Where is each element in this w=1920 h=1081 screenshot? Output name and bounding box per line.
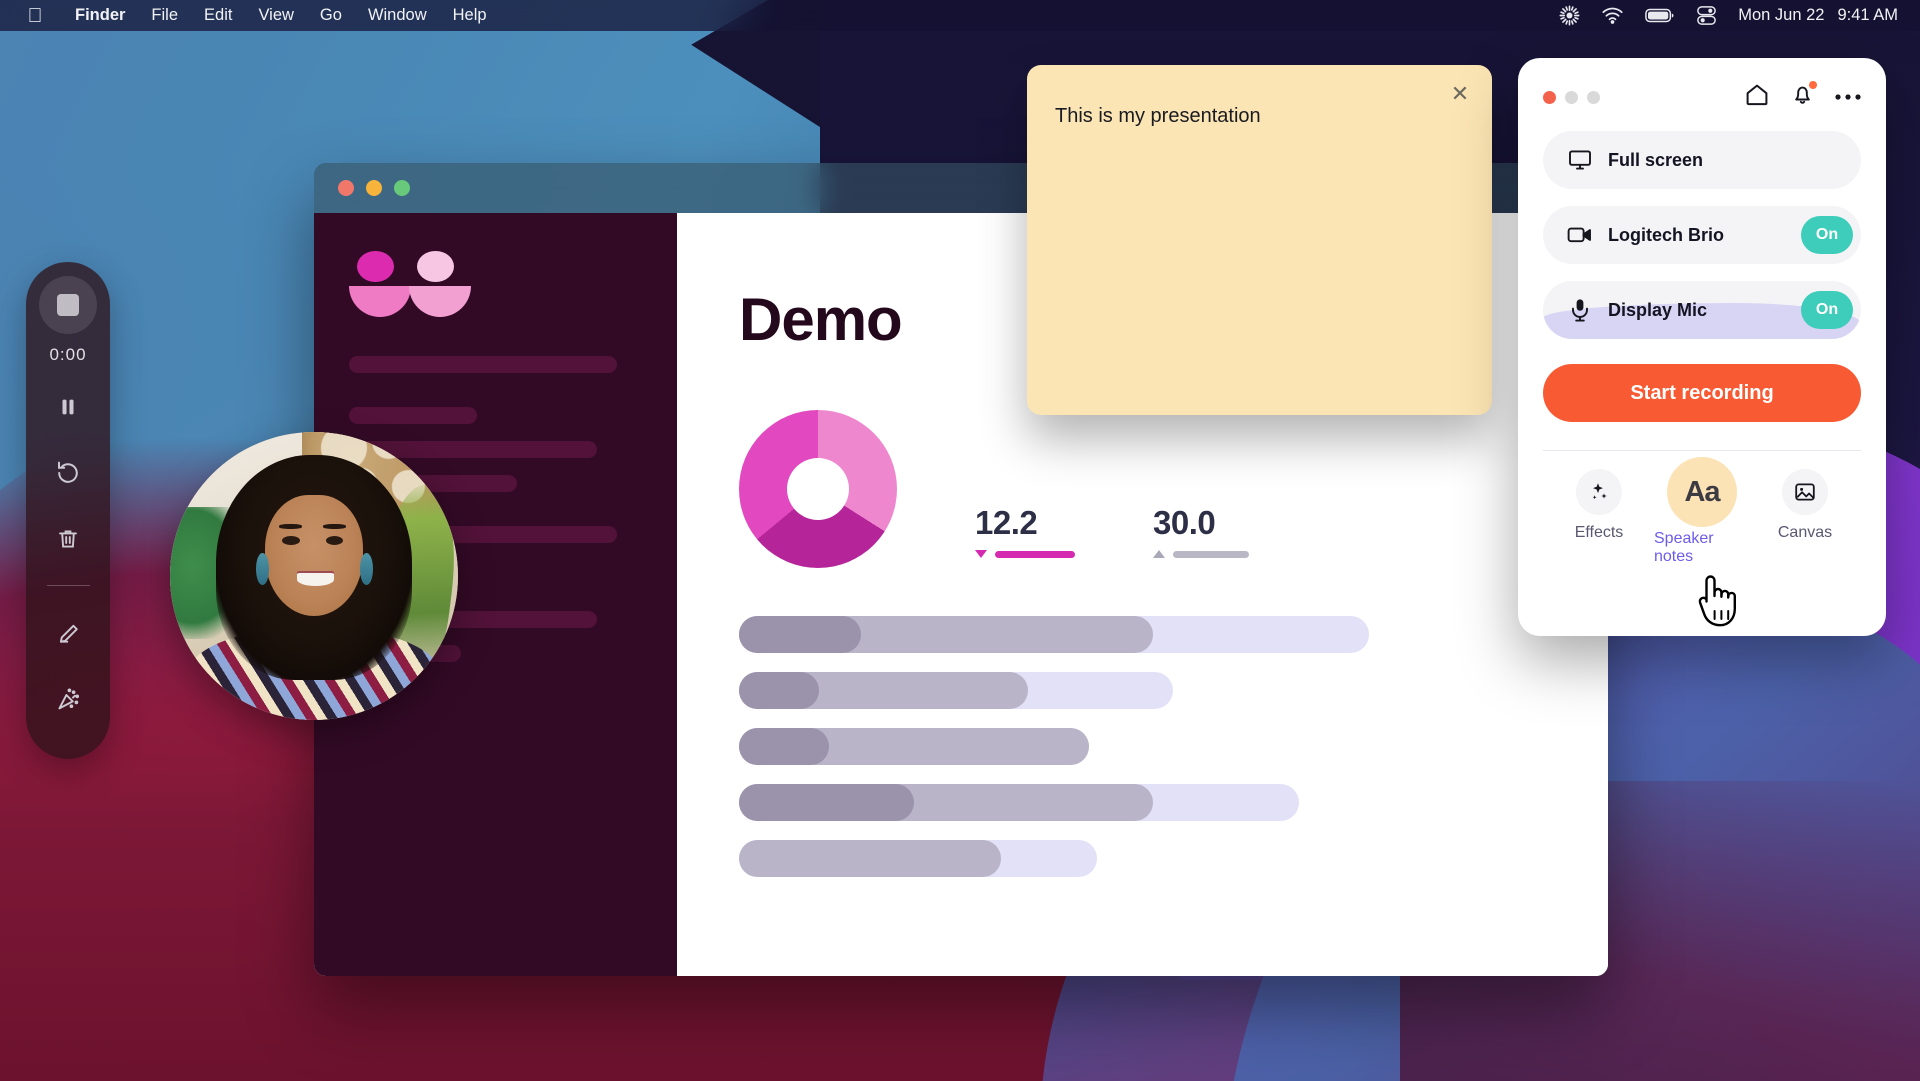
logo-shape-1	[349, 251, 411, 317]
home-icon	[1746, 84, 1768, 105]
close-icon[interactable]: ✕	[1446, 80, 1474, 108]
stop-button[interactable]	[39, 276, 97, 334]
panel-titlebar	[1543, 80, 1861, 114]
slide-metrics-row: 12.2 30.0	[739, 410, 1608, 568]
recorder-panel: Full screen Logitech Brio On Display Mic…	[1518, 58, 1886, 636]
pause-button[interactable]	[39, 383, 97, 431]
trash-icon	[59, 530, 77, 548]
table-row	[739, 728, 1608, 765]
speaker-notes-popup[interactable]: ✕ This is my presentation	[1027, 65, 1492, 415]
table-row	[739, 616, 1608, 653]
table-row	[739, 840, 1608, 877]
pointing-hand-icon	[1698, 575, 1736, 627]
control-center-icon[interactable]	[1697, 6, 1717, 25]
confetti-icon	[58, 688, 80, 710]
sparkle-icon	[1592, 483, 1607, 500]
pause-icon	[62, 399, 74, 415]
status-badge[interactable]: On	[1801, 291, 1853, 329]
menu-item-help[interactable]: Help	[440, 0, 500, 31]
webcam-bubble[interactable]	[170, 432, 458, 720]
trend-up-icon	[1153, 550, 1165, 558]
source-row-mic[interactable]: Display Mic On	[1543, 281, 1861, 339]
start-recording-button[interactable]: Start recording	[1543, 364, 1861, 422]
source-row-camera[interactable]: Logitech Brio On	[1543, 206, 1861, 264]
table-row	[739, 784, 1608, 821]
metric-item: 30.0	[1153, 504, 1249, 558]
menu-item-window[interactable]: Window	[355, 0, 440, 31]
source-label: Logitech Brio	[1608, 224, 1724, 245]
text-icon-circle: Aa	[1667, 457, 1737, 527]
metric-group: 12.2 30.0	[975, 504, 1249, 568]
effects-button[interactable]	[39, 676, 97, 724]
toolbar-divider	[46, 585, 90, 586]
camera-icon	[1565, 225, 1595, 245]
menu-item-view[interactable]: View	[245, 0, 306, 31]
menubar-time: 9:41 AM	[1837, 6, 1898, 24]
tool-canvas[interactable]: Canvas	[1757, 469, 1853, 566]
recording-timer: 0:00	[49, 345, 87, 364]
logo-shape-2	[409, 251, 471, 317]
panel-maximize-button[interactable]	[1587, 90, 1600, 104]
donut-chart	[739, 410, 897, 568]
monitor-icon	[1565, 147, 1595, 173]
source-row-fullscreen[interactable]: Full screen	[1543, 131, 1861, 189]
image-icon-circle	[1782, 469, 1828, 515]
metric-value: 30.0	[1153, 504, 1216, 541]
window-maximize-button[interactable]	[394, 180, 410, 196]
menubar-clock[interactable]: Mon Jun 22 9:41 AM	[1738, 6, 1898, 25]
notifications-button[interactable]	[1790, 81, 1817, 112]
apple-logo-icon[interactable]: 	[22, 6, 48, 26]
panel-minimize-button[interactable]	[1565, 90, 1578, 104]
menu-item-edit[interactable]: Edit	[191, 0, 245, 31]
more-options-button[interactable]	[1835, 88, 1861, 106]
sparkle-icon-circle	[1576, 469, 1622, 515]
restart-button[interactable]	[39, 449, 97, 497]
metric-item: 12.2	[975, 504, 1075, 558]
tool-label: Canvas	[1777, 524, 1833, 541]
notification-badge	[1809, 81, 1817, 89]
pencil-icon	[59, 624, 78, 643]
battery-icon[interactable]	[1645, 8, 1675, 23]
sidebar-placeholder-bar	[349, 356, 617, 373]
brightness-icon[interactable]	[1559, 5, 1580, 26]
menu-item-go[interactable]: Go	[307, 0, 355, 31]
tool-label: Speaker notes	[1654, 530, 1714, 565]
stop-icon	[57, 294, 79, 316]
window-close-button[interactable]	[338, 180, 354, 196]
recording-toolbar: 0:00	[26, 262, 110, 759]
brand-logo	[349, 251, 677, 317]
speaker-notes-text[interactable]: This is my presentation	[1055, 105, 1452, 128]
menu-item-file[interactable]: File	[138, 0, 191, 31]
stacked-bar-chart	[739, 616, 1608, 877]
macos-menu-bar:  Finder File Edit View Go Window Help	[0, 0, 1920, 31]
home-button[interactable]	[1744, 82, 1770, 113]
text-icon: Aa	[1684, 475, 1720, 508]
wifi-icon[interactable]	[1602, 7, 1623, 24]
source-label: Full screen	[1608, 149, 1704, 170]
tool-label: Effects	[1574, 524, 1624, 541]
metric-bar	[1173, 550, 1249, 558]
restart-icon	[58, 461, 78, 483]
source-label: Display Mic	[1608, 299, 1708, 320]
more-icon	[1835, 94, 1861, 100]
draw-button[interactable]	[39, 610, 97, 658]
metric-value: 12.2	[975, 504, 1038, 541]
menu-item-finder[interactable]: Finder	[62, 0, 138, 31]
tool-effects[interactable]: Effects	[1551, 469, 1647, 566]
window-minimize-button[interactable]	[366, 180, 382, 196]
metric-bar	[995, 550, 1075, 558]
tool-speaker-notes[interactable]: Aa Speaker notes	[1654, 457, 1750, 566]
sidebar-placeholder-bar	[349, 407, 477, 424]
panel-close-button[interactable]	[1543, 90, 1556, 104]
image-icon	[1795, 483, 1815, 501]
status-badge[interactable]: On	[1801, 216, 1853, 254]
panel-tools: Effects Aa Speaker notes Canvas	[1543, 451, 1861, 566]
table-row	[739, 672, 1608, 709]
delete-button[interactable]	[39, 515, 97, 563]
menubar-date: Mon Jun 22	[1738, 6, 1825, 24]
mouse-cursor	[1692, 570, 1740, 635]
trend-down-icon	[975, 550, 987, 558]
mic-icon	[1565, 297, 1595, 323]
presenter-photo	[170, 432, 458, 720]
